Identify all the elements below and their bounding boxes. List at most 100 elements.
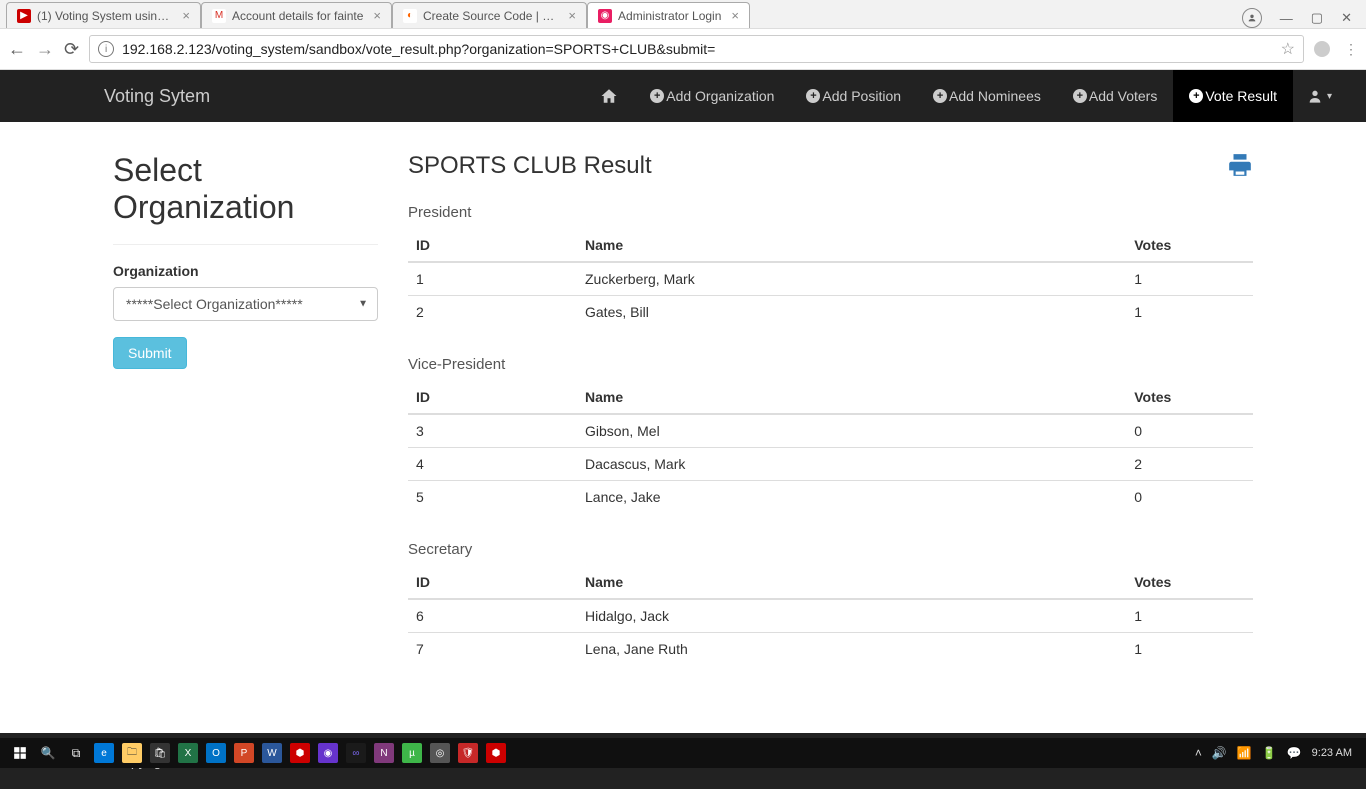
submit-button[interactable]: Submit	[113, 337, 187, 369]
browser-tab[interactable]: ◐Create Source Code | Fre×	[392, 2, 587, 28]
close-icon[interactable]: ✕	[1341, 10, 1352, 26]
th-votes: Votes	[1126, 229, 1253, 262]
cell-id: 1	[408, 262, 577, 296]
plus-circle-icon: +	[1189, 89, 1203, 103]
cell-name: Dacascus, Mark	[577, 448, 1126, 481]
wifi-icon[interactable]: 📶	[1237, 746, 1252, 760]
explorer-icon[interactable]: 🗀	[118, 739, 146, 767]
app-icon-3[interactable]: ∞	[342, 739, 370, 767]
nav-home[interactable]	[584, 70, 634, 122]
utorrent-icon[interactable]: µ	[398, 739, 426, 767]
tray-chevron-icon[interactable]: ˄	[1195, 746, 1202, 760]
navbar: Voting Sytem +Add Organization +Add Posi…	[0, 70, 1366, 122]
brand[interactable]: Voting Sytem	[104, 86, 210, 107]
tab-title: (1) Voting System using E	[37, 9, 172, 23]
excel-icon[interactable]: X	[174, 739, 202, 767]
task-view-icon[interactable]: ⧉	[62, 739, 90, 767]
url-input[interactable]: i 192.168.2.123/voting_system/sandbox/vo…	[89, 35, 1304, 63]
nav-add-voters[interactable]: +Add Voters	[1057, 70, 1174, 122]
position-section: SecretaryIDNameVotes6Hidalgo, Jack17Lena…	[408, 541, 1253, 665]
back-icon[interactable]: ←	[8, 39, 26, 60]
edge-icon[interactable]: e	[90, 739, 118, 767]
tab-close-icon[interactable]: ×	[568, 8, 576, 23]
cell-votes: 1	[1126, 296, 1253, 329]
home-icon	[600, 87, 618, 105]
table-row: 5Lance, Jake0	[408, 481, 1253, 514]
minimize-icon[interactable]: —	[1280, 11, 1293, 26]
start-icon[interactable]	[6, 739, 34, 767]
address-bar: ← → ⟳ i 192.168.2.123/voting_system/sand…	[0, 28, 1366, 70]
cell-name: Hidalgo, Jack	[577, 599, 1126, 633]
plus-circle-icon: +	[806, 89, 820, 103]
user-menu[interactable]: ▾	[1293, 70, 1346, 122]
cell-votes: 0	[1126, 414, 1253, 448]
results-table: IDNameVotes3Gibson, Mel04Dacascus, Mark2…	[408, 381, 1253, 513]
battery-icon[interactable]: 🔋	[1262, 746, 1277, 760]
position-title: President	[408, 204, 1253, 221]
outlook-icon[interactable]: O	[202, 739, 230, 767]
favicon: ◐	[403, 9, 417, 23]
table-row: 3Gibson, Mel0	[408, 414, 1253, 448]
browser-tab[interactable]: ◉Administrator Login×	[587, 2, 750, 28]
powerpoint-icon[interactable]: P	[230, 739, 258, 767]
th-votes: Votes	[1126, 566, 1253, 599]
app-icon-4[interactable]: 🛡	[454, 739, 482, 767]
sidebar: Select Organization Organization *****Se…	[113, 152, 378, 693]
volume-icon[interactable]: 🔊	[1212, 746, 1227, 760]
tab-title: Account details for fainte	[232, 9, 363, 23]
nav-add-nominees[interactable]: +Add Nominees	[917, 70, 1057, 122]
nav-add-position[interactable]: +Add Position	[790, 70, 917, 122]
favicon: M	[212, 9, 226, 23]
word-icon[interactable]: W	[258, 739, 286, 767]
maximize-icon[interactable]: ▢	[1311, 10, 1323, 26]
organization-select[interactable]: *****Select Organization*****	[113, 287, 378, 321]
favicon: ◉	[598, 9, 612, 23]
cell-votes: 1	[1126, 599, 1253, 633]
table-row: 6Hidalgo, Jack1	[408, 599, 1253, 633]
caret-down-icon: ▾	[1327, 91, 1332, 102]
nav-add-organization[interactable]: +Add Organization	[634, 70, 790, 122]
print-button[interactable]	[1227, 152, 1253, 178]
cell-id: 6	[408, 599, 577, 633]
th-id: ID	[408, 229, 577, 262]
action-center-icon[interactable]: 💬	[1287, 746, 1302, 760]
site-info-icon[interactable]: i	[98, 41, 114, 57]
onenote-icon[interactable]: N	[370, 739, 398, 767]
position-title: Secretary	[408, 541, 1253, 558]
plus-circle-icon: +	[650, 89, 664, 103]
clock[interactable]: 9:23 AM	[1312, 747, 1352, 759]
browser-tab[interactable]: M Account details for fainte ×	[201, 2, 392, 28]
cell-id: 7	[408, 633, 577, 666]
th-name: Name	[577, 229, 1126, 262]
cell-name: Gibson, Mel	[577, 414, 1126, 448]
cell-name: Lance, Jake	[577, 481, 1126, 514]
browser-tab[interactable]: ▶ (1) Voting System using E ×	[6, 2, 201, 28]
favicon: ▶	[17, 9, 31, 23]
store-icon[interactable]: 🛍	[146, 739, 174, 767]
plus-circle-icon: +	[1073, 89, 1087, 103]
profile-icon[interactable]	[1242, 8, 1262, 28]
position-section: PresidentIDNameVotes1Zuckerberg, Mark12G…	[408, 204, 1253, 328]
extension-icon[interactable]	[1314, 41, 1330, 57]
results-table: IDNameVotes6Hidalgo, Jack17Lena, Jane Ru…	[408, 566, 1253, 665]
chrome-menu-icon[interactable]: ⋮	[1344, 41, 1358, 58]
tab-close-icon[interactable]: ×	[731, 8, 739, 23]
tab-close-icon[interactable]: ×	[182, 8, 190, 23]
th-votes: Votes	[1126, 381, 1253, 414]
plus-circle-icon: +	[933, 89, 947, 103]
organization-label: Organization	[113, 263, 378, 279]
print-icon	[1227, 152, 1253, 178]
app-icon[interactable]: ⬢	[286, 739, 314, 767]
cell-name: Zuckerberg, Mark	[577, 262, 1126, 296]
browser-chrome: ▶ (1) Voting System using E × M Account deta…	[0, 0, 1366, 70]
nav-vote-result[interactable]: +Vote Result	[1173, 70, 1293, 122]
chrome-icon[interactable]: ◎	[426, 739, 454, 767]
app-icon-2[interactable]: ◉	[314, 739, 342, 767]
bookmark-icon[interactable]: ☆	[1281, 39, 1295, 59]
windows-taskbar: 🔍 ⧉ e 🗀 🛍 X O P W ⬢ ◉ ∞ N µ ◎ 🛡 ⬢ ˄ 🔊 📶 …	[0, 738, 1366, 768]
search-icon[interactable]: 🔍	[34, 739, 62, 767]
tab-close-icon[interactable]: ×	[373, 8, 381, 23]
cell-id: 4	[408, 448, 577, 481]
reload-icon[interactable]: ⟳	[64, 39, 79, 60]
app-icon-5[interactable]: ⬢	[482, 739, 510, 767]
